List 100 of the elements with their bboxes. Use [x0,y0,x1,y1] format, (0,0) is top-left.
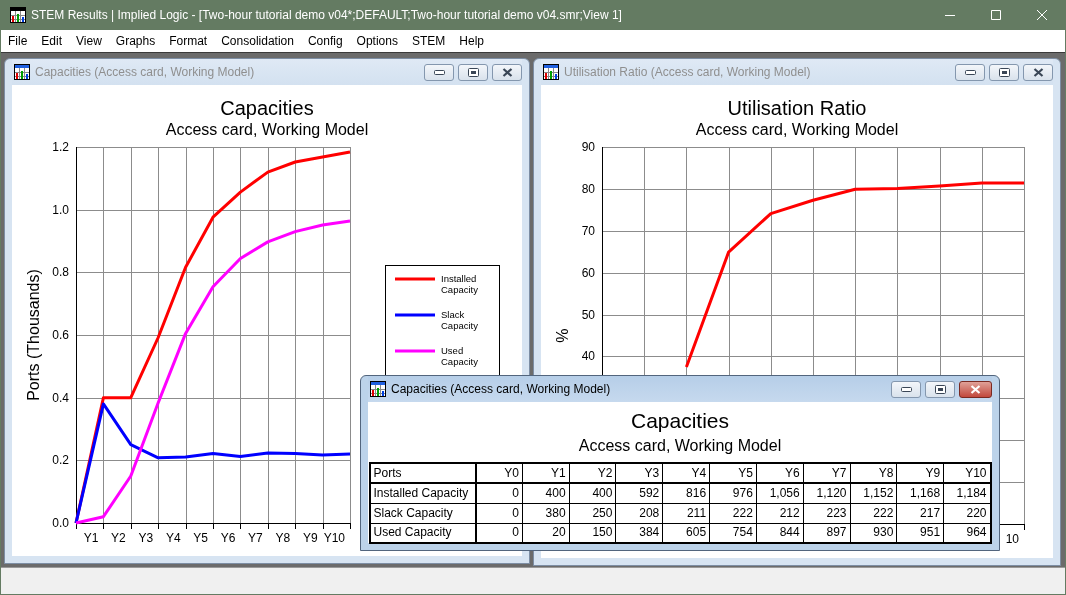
grid-chart-icon [543,64,559,80]
column-header: Y3 [615,463,663,483]
chart-title: Capacities [220,96,314,120]
chart-subtitle: Access card, Working Model [165,120,369,140]
grid-chart-icon [14,64,30,80]
restore-button[interactable] [458,63,488,81]
x-axis-label: Y7 [248,531,263,545]
table-cell: 380 [522,503,570,523]
column-header: Y2 [569,463,616,483]
close-icon [970,384,981,394]
column-header: Y7 [803,463,850,483]
y-tick-label: 80 [581,181,595,196]
minimize-icon [964,69,976,75]
table-title: Capacities [630,408,730,434]
x-axis-label: Y4 [165,531,181,545]
y-tick-label: 0.8 [52,265,69,280]
window-title: Capacities (Access card, Working Model) [35,64,255,81]
menu-item[interactable]: View [69,31,109,51]
minimize-button[interactable] [891,380,921,398]
table-cell: 1,120 [803,483,850,503]
y-tick-label: 1.0 [52,202,69,217]
x-axis-label: Y2 [111,531,126,545]
table-cell: 1,152 [850,483,897,503]
menu-item[interactable]: Edit [34,31,70,51]
legend-label: Used Capacity [441,345,478,367]
column-header: Y5 [709,463,757,483]
window-title: Capacities (Access card, Working Model) [391,381,611,398]
chart-title: Utilisation Ratio [727,96,867,120]
minimize-icon [433,69,445,75]
x-axis-label: Y1 [83,531,99,545]
table-cell: 222 [850,503,897,523]
column-header: Y9 [896,463,944,483]
column-header: Y4 [662,463,710,483]
table-cell: 212 [756,503,804,523]
minimize-icon [900,386,912,392]
maximize-icon [991,10,1001,20]
restore-icon [934,384,946,394]
legend-line-icon [395,349,435,353]
y-tick-label: 0.2 [52,453,69,468]
menu-item[interactable]: Format [162,31,215,51]
y-tick-label: 60 [581,265,595,280]
y-tick-label: 0.0 [52,516,69,530]
legend-line-icon [395,313,435,317]
table-cell: 222 [709,503,757,523]
legend-label: Slack Capacity [441,309,478,331]
table-cell: 208 [615,503,663,523]
menu-item[interactable]: Graphs [108,31,163,51]
x-axis-label: 10 [1005,532,1019,546]
table-cell: 1,168 [896,483,944,503]
y-tick-label: 0.4 [52,390,69,405]
y-tick-label: 70 [581,223,595,238]
grid-chart-icon [10,7,26,23]
column-header: Ports [369,463,476,483]
restore-button[interactable] [925,380,955,398]
menu-item[interactable]: STEM [404,31,453,51]
legend-label: Installed Capacity [441,273,478,295]
table-cell: 211 [662,503,710,523]
column-header: Y0 [475,463,523,483]
column-header: Y1 [522,463,570,483]
row-header: Slack Capacity [369,503,476,523]
restore-button[interactable] [989,63,1019,81]
minimize-button[interactable] [955,63,985,81]
x-axis-label: Y8 [275,531,291,545]
x-axis-label: Y6 [220,531,236,545]
table-cell: 0 [475,483,523,503]
window-title: Utilisation Ratio (Access card, Working Model) [564,64,811,81]
x-axis-label: Y5 [193,531,208,545]
column-header: Y8 [850,463,897,483]
table-cell: 1,056 [756,483,804,503]
x-axis-label: Y10 [323,531,345,545]
y-tick-label: 90 [581,140,595,154]
menu-item[interactable]: Consolidation [214,31,301,51]
close-icon [1032,67,1044,77]
x-axis-label: Y3 [138,531,154,545]
table-cell: 592 [615,483,663,503]
y-tick-label: 40 [581,349,595,364]
menu-item[interactable]: Config [300,31,350,51]
y-tick-label: 50 [581,307,595,322]
close-button[interactable] [1023,63,1053,81]
menu-item[interactable]: File [1,31,35,51]
restore-icon [998,67,1010,77]
table-cell: 0 [475,503,523,523]
table-cell: 976 [709,483,757,503]
row-header: Installed Capacity [369,483,476,503]
column-header: Y6 [756,463,804,483]
y-axis-title: Ports (Thousands) [24,269,42,401]
table-subtitle: Access card, Working Model [578,436,782,456]
close-icon [501,67,513,77]
close-button[interactable] [959,380,992,398]
close-button[interactable] [492,63,522,81]
menu-item[interactable]: Help [452,31,491,51]
y-tick-label: 1.2 [52,140,69,154]
chart-subtitle: Access card, Working Model [695,120,899,140]
table-cell: 223 [803,503,850,523]
menu-item[interactable]: Options [349,31,405,51]
table-cell: 250 [569,503,616,523]
y-tick-label: 0.6 [52,328,69,342]
table-cell: 400 [569,483,616,503]
minimize-button[interactable] [424,63,454,81]
x-axis-label: Y9 [302,531,318,545]
